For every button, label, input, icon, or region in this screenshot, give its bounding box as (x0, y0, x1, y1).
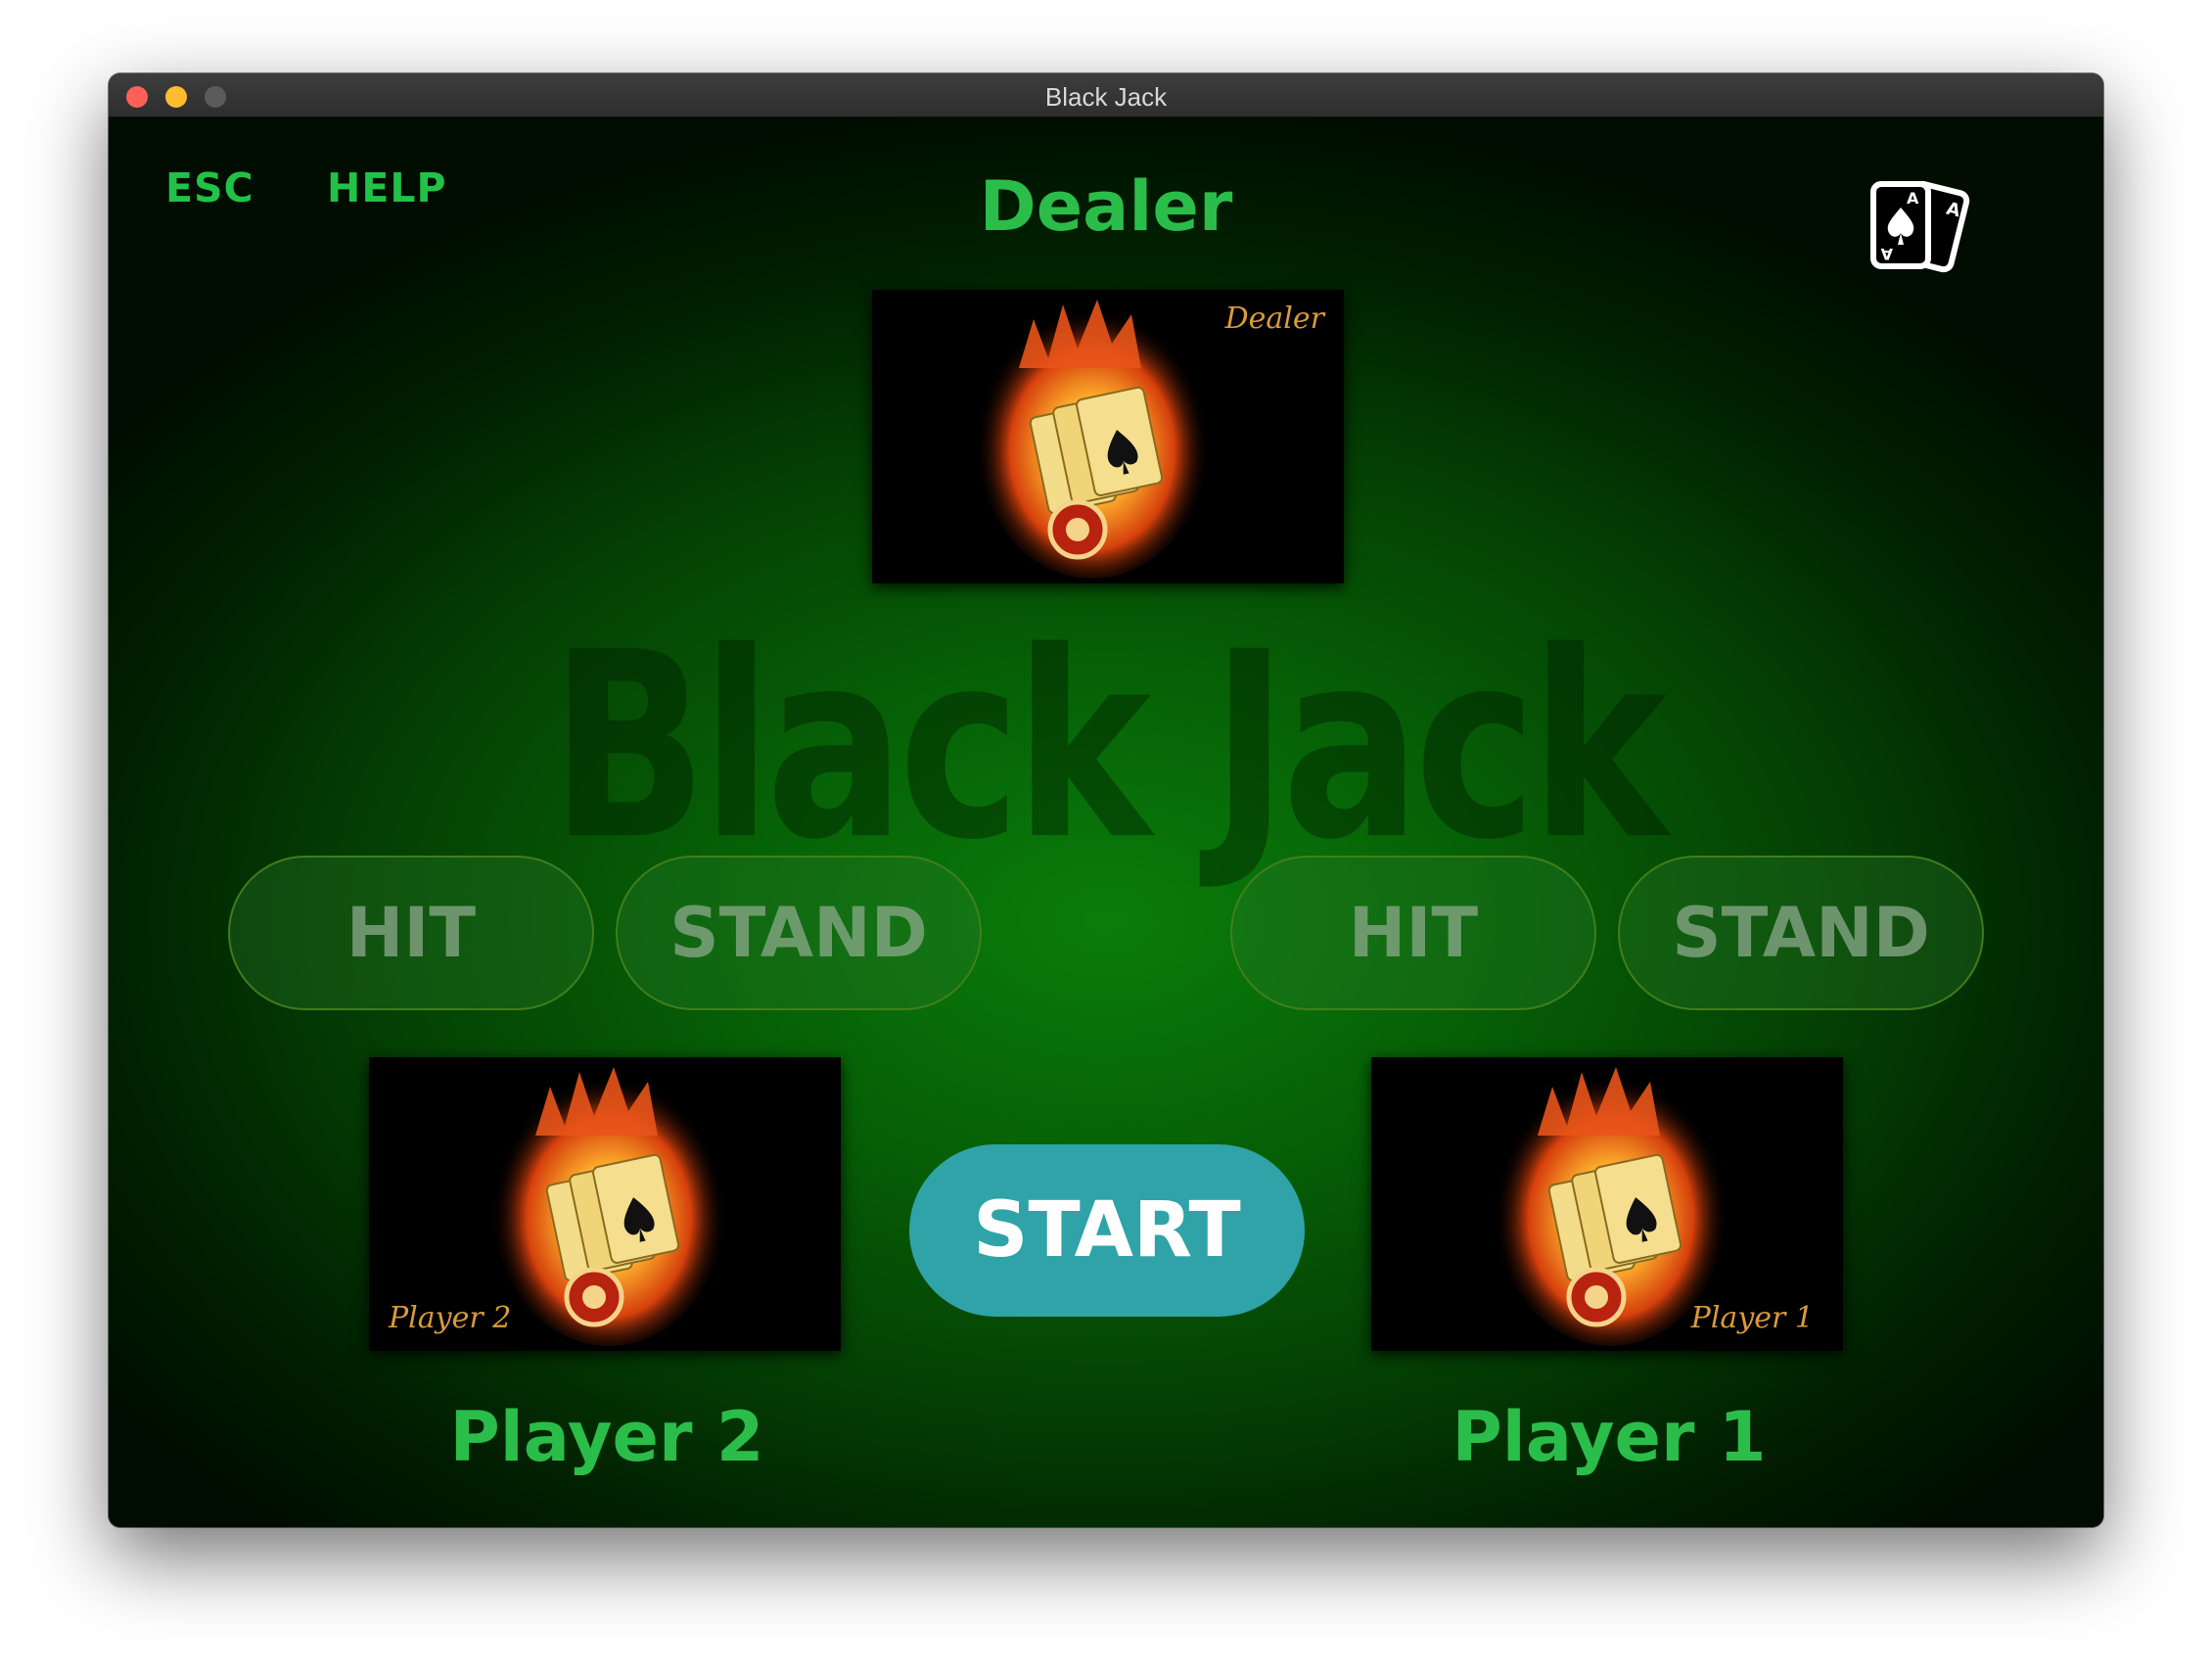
player1-hit-button[interactable]: HIT (1230, 856, 1596, 1010)
svg-text:A: A (1907, 189, 1919, 208)
window-title: Black Jack (1044, 82, 1168, 112)
help-button[interactable]: HELP (327, 164, 447, 211)
game-title-watermark: Black Jack (550, 596, 1668, 897)
dealer-title: Dealer (979, 166, 1233, 247)
svg-text:A: A (1880, 245, 1893, 263)
player1-card-image: Player 1 (1371, 1057, 1843, 1351)
player1-title: Player 1 (1452, 1397, 1767, 1477)
title-bar[interactable]: Black Jack (109, 73, 2103, 117)
esc-button[interactable]: ESC (165, 164, 254, 211)
game-table: ESC HELP A A A Dealer Dealer Black Jack … (109, 117, 2103, 1527)
player2-title: Player 2 (449, 1397, 764, 1477)
start-button[interactable]: START (909, 1144, 1305, 1317)
player1-stand-button[interactable]: STAND (1618, 856, 1984, 1010)
player2-stand-button[interactable]: STAND (616, 856, 982, 1010)
player2-hit-button[interactable]: HIT (228, 856, 594, 1010)
dealer-card-label: Dealer (1224, 302, 1324, 336)
player2-card-label: Player 2 (389, 1301, 512, 1335)
player1-card-label: Player 1 (1690, 1301, 1814, 1335)
app-window: Black Jack ESC HELP A A A Dealer Dealer … (109, 73, 2103, 1527)
player2-card-image: Player 2 (369, 1057, 841, 1351)
playing-cards-icon[interactable]: A A A (1866, 176, 1973, 284)
dealer-card-image: Dealer (872, 290, 1344, 583)
